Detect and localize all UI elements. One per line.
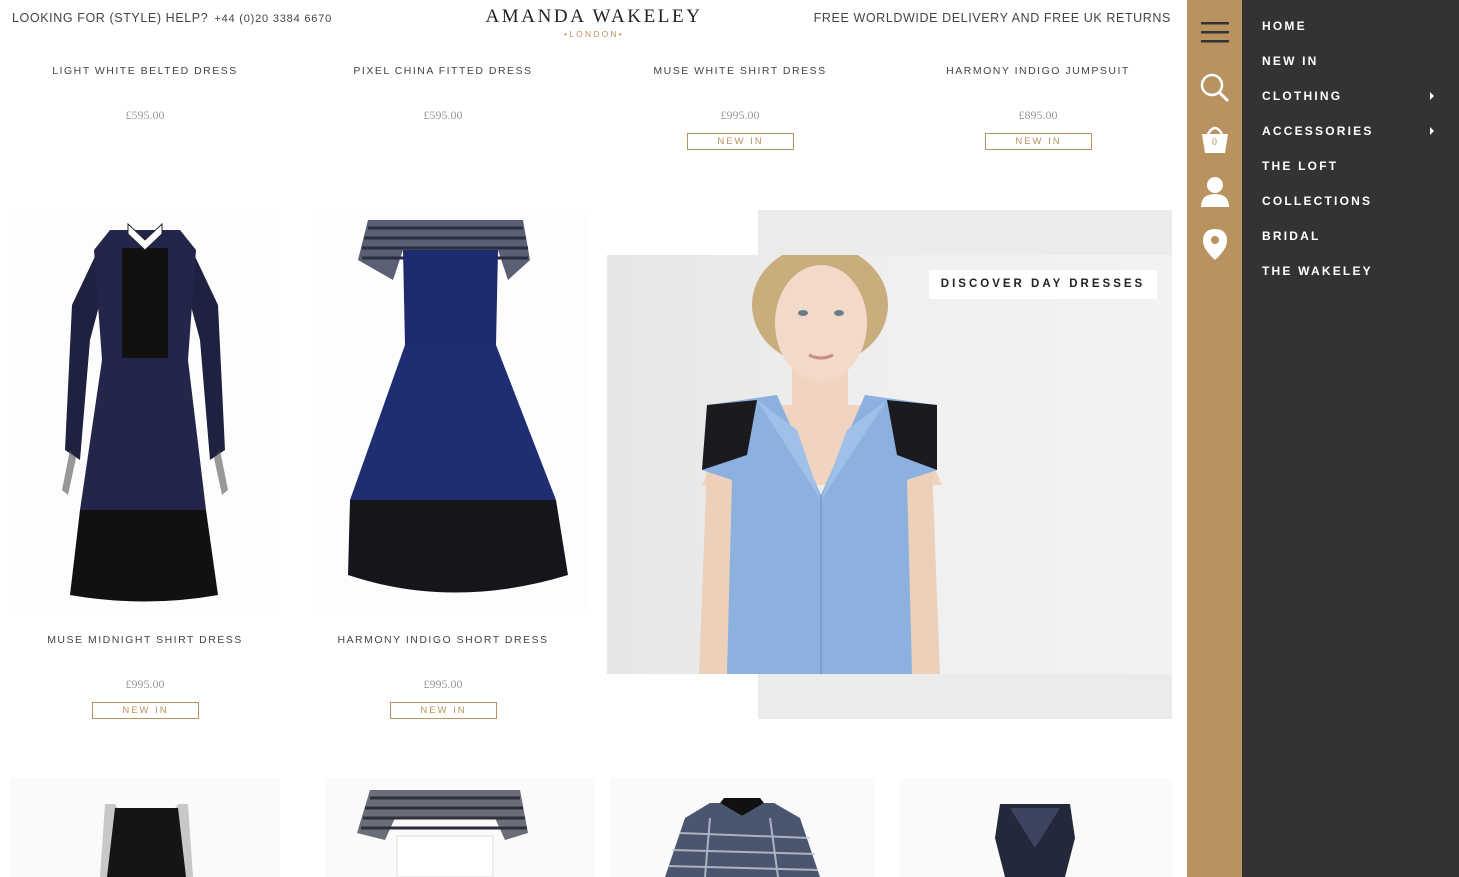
- product-price: £995.00: [125, 677, 165, 691]
- cart-count: 0: [1212, 137, 1217, 148]
- menu-item-home[interactable]: HOME: [1262, 19, 1452, 39]
- delivery-banner: FREE WORLDWIDE DELIVERY AND FREE UK RETU…: [813, 11, 1171, 25]
- account-icon[interactable]: [1187, 176, 1242, 208]
- product-price: £995.00: [423, 677, 463, 691]
- help-label: LOOKING FOR (STYLE) HELP?: [12, 11, 209, 25]
- chevron-right-icon[interactable]: [1430, 127, 1434, 135]
- menu-item-label: CLOTHING: [1262, 89, 1343, 103]
- menu-item-bridal[interactable]: BRIDAL: [1262, 229, 1452, 249]
- phone-number[interactable]: +44 (0)20 3384 6670: [214, 13, 332, 25]
- product-price: £995.00: [720, 108, 760, 122]
- menu-item-label: ACCESSORIES: [1262, 124, 1374, 138]
- discover-day-dresses-link[interactable]: DISCOVER DAY DRESSES: [929, 270, 1157, 299]
- menu-item-label: THE WAKELEY: [1262, 264, 1373, 278]
- product-name[interactable]: LIGHT WHITE BELTED DRESS: [25, 65, 265, 77]
- product-price: £895.00: [1018, 108, 1058, 122]
- product-image-harmony-indigo[interactable]: [318, 210, 588, 610]
- menu-item-label: HOME: [1262, 19, 1307, 33]
- menu-item-the-loft[interactable]: THE LOFT: [1262, 159, 1452, 179]
- new-in-badge[interactable]: NEW IN: [92, 702, 199, 719]
- menu-item-collections[interactable]: COLLECTIONS: [1262, 194, 1452, 214]
- search-icon[interactable]: [1187, 72, 1242, 104]
- menu-item-the-wakeley[interactable]: THE WAKELEY: [1262, 264, 1452, 284]
- product-name[interactable]: PIXEL CHINA FITTED DRESS: [323, 65, 563, 77]
- product-price: £595.00: [423, 108, 463, 122]
- product-name[interactable]: MUSE WHITE SHIRT DRESS: [620, 65, 860, 77]
- menu-item-new-in[interactable]: NEW IN: [1262, 54, 1452, 74]
- product-name[interactable]: HARMONY INDIGO JUMPSUIT: [918, 65, 1158, 77]
- menu-item-clothing[interactable]: CLOTHING: [1262, 89, 1452, 109]
- product-image-row3-3[interactable]: [610, 778, 875, 877]
- chevron-right-icon[interactable]: [1430, 92, 1434, 100]
- product-image-row3-1[interactable]: [10, 778, 280, 877]
- navigation-menu: HOME NEW IN CLOTHING ACCESSORIES THE LOF…: [1242, 0, 1459, 877]
- menu-item-label: COLLECTIONS: [1262, 194, 1373, 208]
- store-locator-icon[interactable]: [1187, 229, 1242, 261]
- product-price: £595.00: [125, 108, 165, 122]
- product-name[interactable]: MUSE MIDNIGHT SHIRT DRESS: [25, 634, 265, 646]
- product-image-row3-2[interactable]: [325, 778, 595, 877]
- product-image-row3-4[interactable]: [900, 778, 1172, 877]
- hamburger-menu-icon[interactable]: [1187, 20, 1242, 44]
- product-name[interactable]: HARMONY INDIGO SHORT DRESS: [323, 634, 563, 646]
- new-in-badge[interactable]: NEW IN: [390, 702, 497, 719]
- menu-item-label: NEW IN: [1262, 54, 1319, 68]
- icon-rail: 0: [1187, 0, 1242, 877]
- promo-image-day-dresses[interactable]: [607, 255, 1172, 674]
- menu-item-label: BRIDAL: [1262, 229, 1321, 243]
- new-in-badge[interactable]: NEW IN: [687, 133, 794, 150]
- brand-logo[interactable]: AMANDA WAKELEY •LONDON•: [478, 6, 710, 39]
- logo-city: •LONDON•: [564, 29, 624, 39]
- menu-item-label: THE LOFT: [1262, 159, 1339, 173]
- product-image-muse-midnight[interactable]: [10, 210, 280, 610]
- new-in-badge[interactable]: NEW IN: [985, 133, 1092, 150]
- logo-name: AMANDA WAKELEY: [485, 6, 703, 27]
- menu-item-accessories[interactable]: ACCESSORIES: [1262, 124, 1452, 144]
- style-help-text: LOOKING FOR (STYLE) HELP? +44 (0)20 3384…: [12, 11, 332, 25]
